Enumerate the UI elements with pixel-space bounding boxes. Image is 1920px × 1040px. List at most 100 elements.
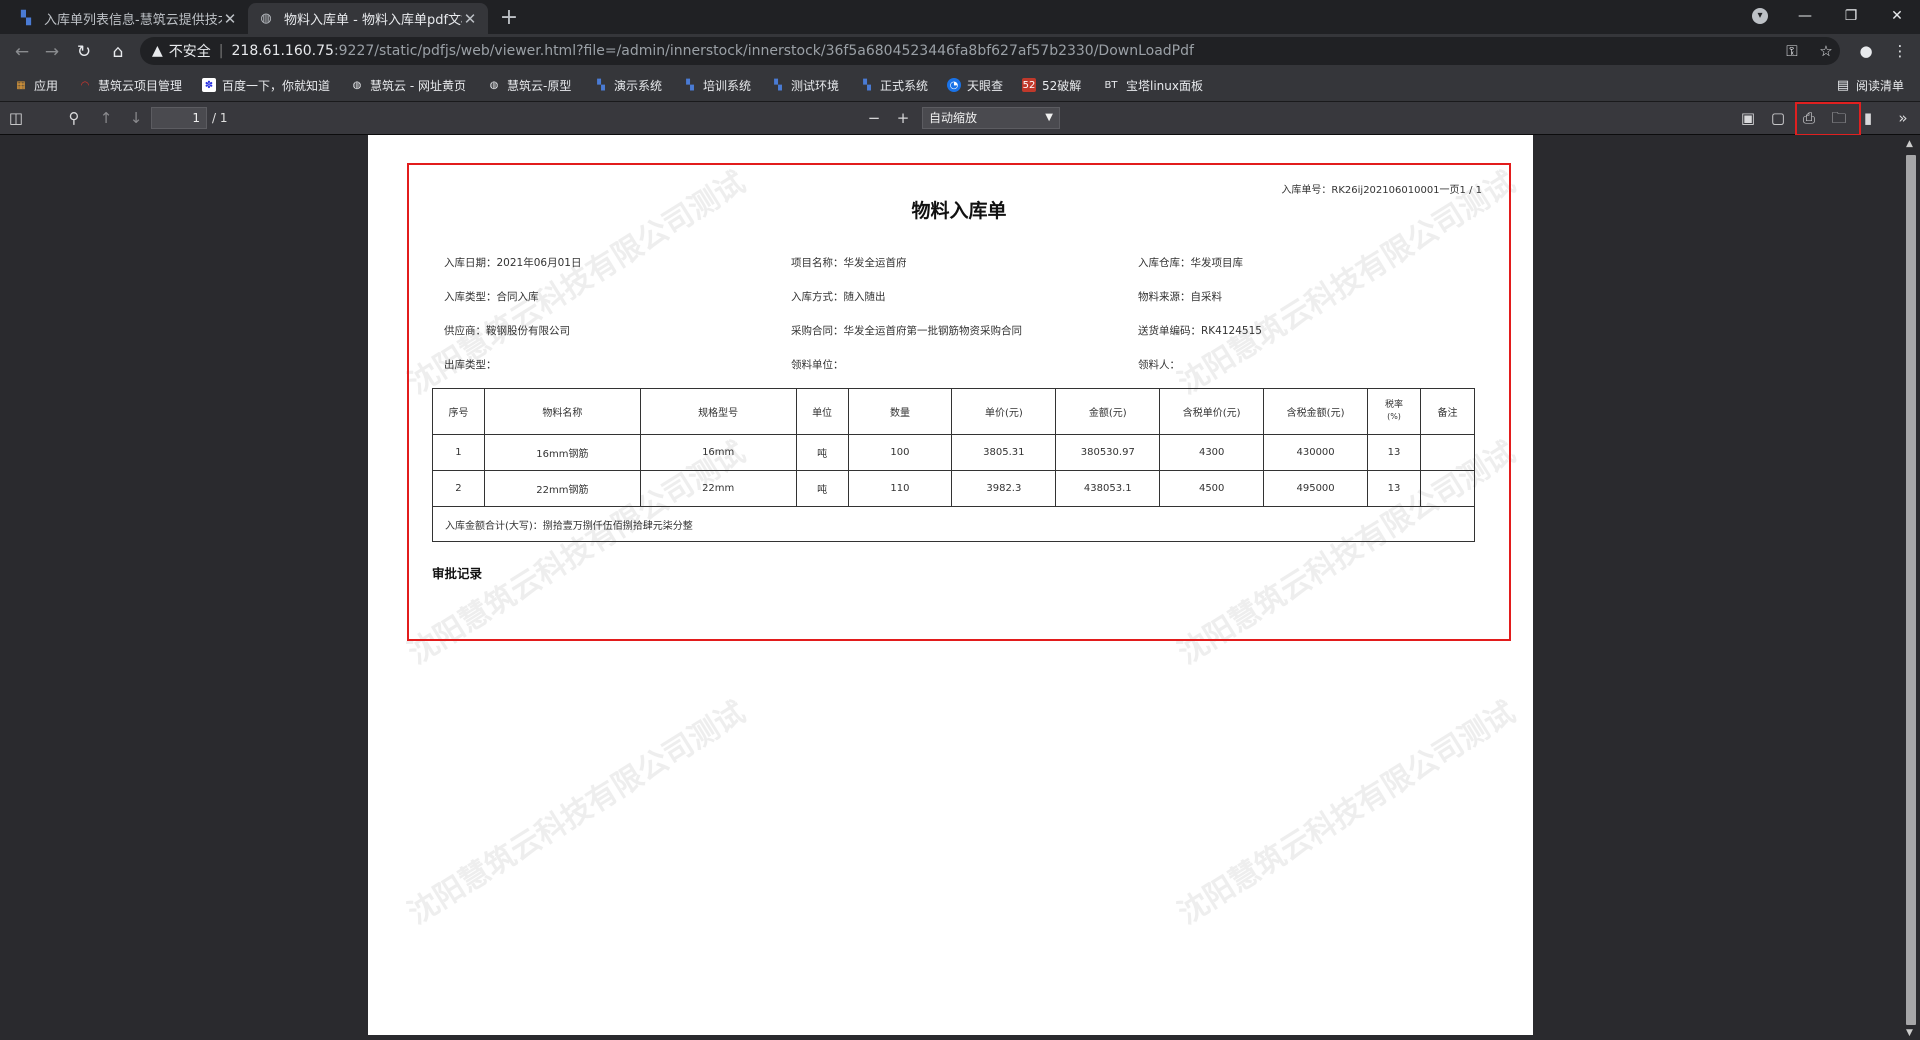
site-favicon-icon: ▚: [21, 11, 31, 26]
field-date: 入库日期：2021年06月01日: [444, 257, 582, 269]
search-icon[interactable]: ⚲: [62, 106, 86, 130]
approval-heading: 审批记录: [432, 566, 483, 581]
col-header: 单价(元): [951, 388, 1057, 435]
address-bar[interactable]: ▲ 不安全 | 218.61.160.75 :9227/static/pdfjs…: [140, 37, 1840, 65]
arrow-up-icon[interactable]: ↑: [94, 106, 118, 130]
profile-icon[interactable]: ●: [1852, 37, 1880, 65]
page-count: / 1: [212, 111, 228, 125]
cell: 100: [847, 434, 953, 471]
scroll-down-icon[interactable]: ▼: [1906, 1028, 1913, 1038]
col-header: 金额(元): [1055, 388, 1161, 435]
field-delivery-no: 送货单编码：RK4124515: [1138, 325, 1262, 337]
bookmark-star-icon[interactable]: ☆: [1812, 37, 1840, 65]
cell: 4300: [1159, 434, 1265, 471]
forward-button[interactable]: →: [38, 38, 66, 66]
bookmark-item[interactable]: ▚ 培训系统: [683, 69, 751, 101]
site-favicon-icon: ▚: [774, 79, 782, 91]
tab-strip: ▚ 入库单列表信息-慧筑云提供技术 ✕ ◍ 物料入库单 - 物料入库单pdf文档…: [0, 0, 1920, 34]
field-receiver: 领料人：: [1138, 359, 1180, 371]
minimize-button[interactable]: —: [1782, 0, 1828, 34]
sidebar-toggle-icon[interactable]: ◫: [4, 106, 28, 130]
url-path: :9227/static/pdfjs/web/viewer.html?file=…: [333, 43, 1194, 59]
security-label[interactable]: 不安全: [169, 41, 211, 61]
bookmark-item[interactable]: ▚ 测试环境: [771, 69, 839, 101]
tab-pdf[interactable]: ◍ 物料入库单 - 物料入库单pdf文档 ✕: [248, 3, 488, 34]
bookmark-item[interactable]: ✽ 百度一下，你就知道: [202, 69, 330, 101]
bookmark-item[interactable]: ◍ 慧筑云-原型: [487, 69, 572, 101]
tab-search-icon[interactable]: ▾: [1752, 8, 1768, 24]
bookmark-item[interactable]: BT 宝塔linux面板: [1102, 69, 1203, 101]
close-icon[interactable]: ✕: [462, 10, 478, 28]
tab-title: 物料入库单 - 物料入库单pdf文档: [284, 13, 462, 28]
scrollbar-thumb[interactable]: [1906, 155, 1916, 1025]
document-frame: 入库单号：RK26ij202106010001一页1 / 1 物料入库单 入库日…: [407, 163, 1511, 641]
col-header: 含税金额(元): [1263, 388, 1369, 435]
bookmark-item[interactable]: ◔ 天眼查: [947, 69, 1003, 101]
bookmark-label: 天眼查: [967, 78, 1004, 93]
bookmarks-bar: ▦ 应用 ◠ 慧筑云项目管理 ✽ 百度一下，你就知道 ◍ 慧筑云 - 网址黄页 …: [0, 69, 1920, 102]
cell: 22mm钢筋: [483, 470, 641, 507]
bookmark-item[interactable]: 52 52破解: [1022, 69, 1081, 101]
col-header-unit: (%): [1387, 412, 1401, 421]
col-header: 备注: [1419, 388, 1476, 435]
pdf-toolbar: ◫ ⚲ ↑ ↓ 1 / 1 − + 自动缩放 ▼ ▣ ▢ ⎙ 🗀 ▮ »: [0, 102, 1920, 135]
total-amount: 入库金额合计(大写)：捌拾壹万捌仟伍佰捌拾肆元柒分整: [432, 506, 1475, 542]
col-header: 单位: [795, 388, 849, 435]
field-contract: 采购合同：华发全运首府第一批钢筋物资采购合同: [791, 325, 1022, 337]
key-icon[interactable]: ⚿: [1778, 37, 1806, 65]
reload-button[interactable]: ↻: [70, 38, 98, 66]
bookmark-item[interactable]: ◠ 慧筑云项目管理: [78, 69, 182, 101]
tab-stock-list[interactable]: ▚ 入库单列表信息-慧筑云提供技术 ✕: [8, 3, 248, 34]
close-icon[interactable]: ✕: [222, 10, 238, 28]
bookmark-label: 52破解: [1042, 78, 1082, 93]
menu-icon[interactable]: ⋮: [1886, 37, 1914, 65]
scroll-up-icon[interactable]: ▲: [1906, 139, 1913, 149]
scrollbar[interactable]: ▲ ▼: [1902, 135, 1920, 1040]
cell: 22mm: [639, 470, 797, 507]
table-row: 1 16mm钢筋 16mm 吨 100 3805.31 380530.97 43…: [432, 434, 1476, 471]
total-row: 入库金额合计(大写)：捌拾壹万捌仟伍佰捌拾肆元柒分整: [432, 506, 1475, 542]
open-file-icon[interactable]: ▢: [1766, 106, 1790, 130]
cell: 吨: [795, 434, 849, 471]
cell: [1419, 470, 1476, 507]
cell: 430000: [1263, 434, 1369, 471]
home-button[interactable]: ⌂: [104, 38, 132, 66]
bookmark-label: 慧筑云项目管理: [98, 78, 183, 93]
site-favicon-icon: ▚: [597, 79, 605, 91]
apps-grid-icon: ▦: [16, 79, 26, 91]
baidu-paw-icon: ✽: [202, 78, 216, 92]
zoom-out-icon[interactable]: −: [862, 106, 886, 130]
cell: 4500: [1159, 470, 1265, 507]
warning-icon[interactable]: ▲: [152, 43, 163, 59]
cell: 16mm: [639, 434, 797, 471]
page-number-input[interactable]: 1: [151, 107, 207, 129]
arrow-down-icon[interactable]: ↓: [124, 106, 148, 130]
doc-number: 入库单号：RK26ij202106010001一页1 / 1: [1281, 185, 1482, 196]
reading-list-button[interactable]: ▤ 阅读清单: [1836, 69, 1904, 101]
field-in-type: 入库类型：合同入库: [444, 291, 539, 303]
bookmark-item[interactable]: ◍ 慧筑云 - 网址黄页: [350, 69, 466, 101]
cell: 吨: [795, 470, 849, 507]
col-header-tax-rate: 税率 (%): [1367, 388, 1421, 435]
divider: |: [218, 43, 224, 59]
globe-icon: ◍: [489, 79, 499, 91]
bookmark-apps[interactable]: ▦ 应用: [14, 69, 58, 101]
presentation-mode-icon[interactable]: ▣: [1736, 106, 1760, 130]
browser-toolbar: ← → ↻ ⌂ ▲ 不安全 | 218.61.160.75 :9227/stat…: [0, 34, 1920, 69]
pdf-page: 沈阳慧筑云科技有限公司测试 沈阳慧筑云科技有限公司测试 沈阳慧筑云科技有限公司测…: [368, 135, 1533, 1035]
field-project: 项目名称：华发全运首府: [791, 257, 907, 269]
bookmark-item[interactable]: ▚ 正式系统: [860, 69, 928, 101]
field-in-method: 入库方式：随入随出: [791, 291, 886, 303]
globe-icon: ◍: [352, 79, 362, 91]
cell: 380530.97: [1055, 434, 1161, 471]
new-tab-button[interactable]: +: [495, 5, 523, 33]
document-title: 物料入库单: [911, 200, 1007, 222]
zoom-in-icon[interactable]: +: [891, 106, 915, 130]
back-button[interactable]: ←: [8, 38, 36, 66]
zoom-select[interactable]: 自动缩放 ▼: [922, 107, 1060, 129]
bookmark-label: 演示系统: [614, 78, 663, 93]
close-window-button[interactable]: ✕: [1874, 0, 1920, 34]
restore-button[interactable]: ❐: [1828, 0, 1874, 34]
tools-chevron-icon[interactable]: »: [1891, 106, 1915, 130]
bookmark-item[interactable]: ▚ 演示系统: [594, 69, 662, 101]
